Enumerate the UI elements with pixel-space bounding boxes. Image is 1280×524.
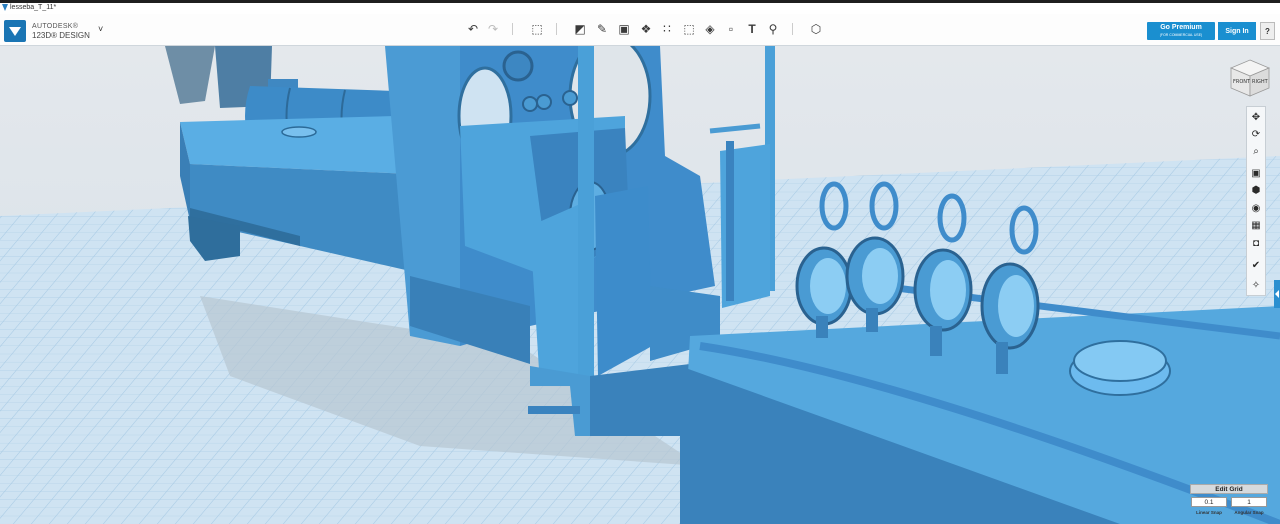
linear-snap-label: Linear Snap [1196,510,1222,515]
vendor-name: AUTODESK® [32,23,79,30]
go-premium-sublabel: (FOR COMMERCIAL USE) [1159,33,1203,37]
main-toolbar: AUTODESK® 123D® DESIGN ˅ ↶ ↷ ⬚ ◩ ✎ ▣ ❖ ∷… [0,14,1280,46]
window-title: lesseba_T_11* [10,4,57,11]
grid-snap-icon[interactable]: ✧ [1247,277,1265,293]
material-view-icon[interactable]: ▦ [1247,217,1265,233]
fit-icon[interactable]: ▣ [1247,165,1265,181]
toolbar-divider [512,23,513,35]
grid-panel: Edit Grid 0.1 1 Linear Snap Angular Snap [1190,484,1268,520]
view-cube-front-label: FRONT [1233,79,1251,85]
sign-in-button[interactable]: Sign In [1218,22,1256,40]
orbit-icon[interactable]: ⟳ [1247,126,1265,142]
zoom-icon[interactable]: ⌕ [1247,143,1265,159]
material-icon[interactable]: ⬡ [809,21,823,37]
go-premium-button[interactable]: Go Premium (FOR COMMERCIAL USE) [1147,22,1215,40]
transform-icon[interactable]: ⬚ [530,21,544,37]
undo-icon[interactable]: ↶ [466,21,480,37]
camera-icon[interactable]: ◘ [1247,235,1265,251]
edit-grid-button[interactable]: Edit Grid [1190,484,1268,494]
title-bar: lesseba_T_11* [0,0,1280,14]
angular-snap-field[interactable]: 1 [1231,497,1267,507]
measure-icon[interactable]: ▫ [724,21,738,37]
navigation-bar: ✥ ⟳ ⌕ ▣ ⬢ ◉ ▦ ◘ ✔ ✧ [1246,106,1266,296]
text-icon[interactable]: T [745,21,759,37]
toolbar-divider [792,23,793,35]
modify-icon[interactable]: ❖ [639,21,653,37]
snap-icon[interactable]: ⚲ [766,21,780,37]
pattern-icon[interactable]: ∷ [660,21,674,37]
snap-nav-icon[interactable]: ✔ [1247,257,1265,273]
3d-viewport[interactable] [0,46,1280,524]
app-logo-small-icon [2,4,8,11]
app-menu-chevron-down-icon[interactable]: ˅ [98,24,103,34]
group-icon[interactable]: ⬚ [682,21,696,37]
construct-icon[interactable]: ▣ [617,21,631,37]
panel-expand-tab[interactable] [1274,280,1280,308]
pan-icon[interactable]: ✥ [1247,109,1265,125]
view-cube-right-label: RIGHT [1252,79,1269,85]
go-premium-label: Go Premium [1160,24,1202,31]
toolbar-divider [556,23,557,35]
sketch-icon[interactable]: ✎ [595,21,609,37]
view-cube[interactable]: FRONT RIGHT [1229,58,1271,98]
visibility-icon[interactable]: ◉ [1247,200,1265,216]
primitives-icon[interactable]: ◩ [573,21,587,37]
app-logo-icon[interactable] [4,20,26,42]
angular-snap-label: Angular Snap [1234,510,1264,515]
product-name: 123D® DESIGN [32,31,90,40]
redo-icon[interactable]: ↷ [486,21,500,37]
view-cube-icon[interactable]: ⬢ [1247,182,1265,198]
scene-canvas[interactable] [0,46,1280,524]
linear-snap-field[interactable]: 0.1 [1191,497,1227,507]
help-button[interactable]: ? [1260,22,1275,40]
combine-icon[interactable]: ◈ [703,21,717,37]
